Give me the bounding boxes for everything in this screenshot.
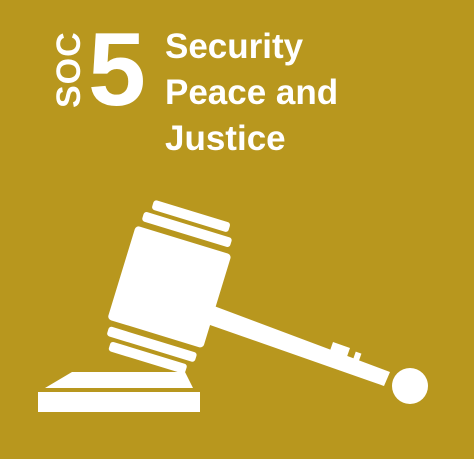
gavel-head [107, 200, 232, 374]
sdg-tile: SOC 5 Security Peace and Justice [0, 0, 474, 459]
gavel-block-base [38, 392, 200, 412]
gavel-handle [190, 300, 428, 404]
gavel-block-top [45, 372, 193, 388]
gavel-icon [38, 200, 428, 412]
